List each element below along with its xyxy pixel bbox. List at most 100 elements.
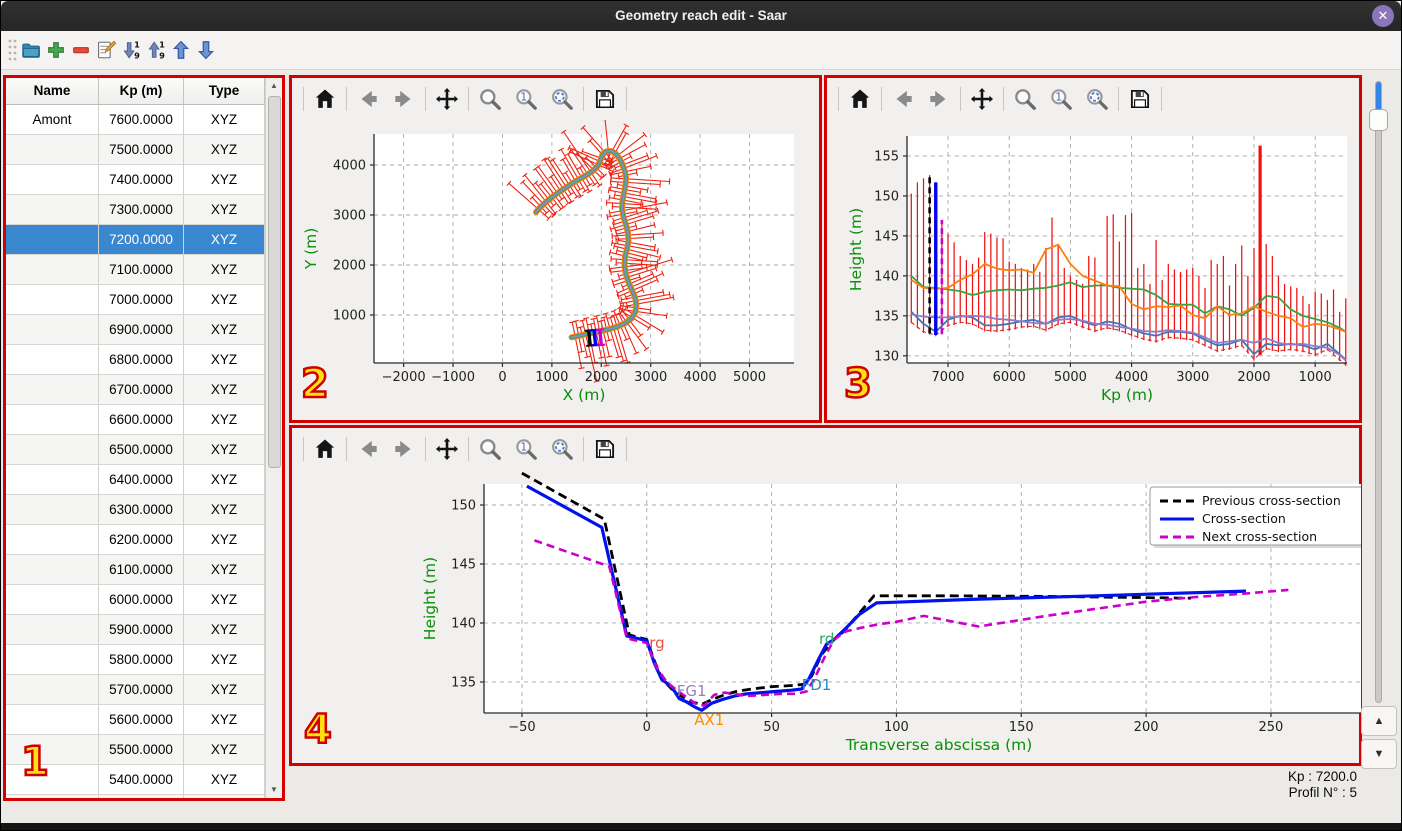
mpl-home-button[interactable] xyxy=(310,84,340,114)
table-row[interactable]: 6100.0000 XYZ xyxy=(6,555,266,585)
table-row[interactable]: 6400.0000 XYZ xyxy=(6,465,266,495)
cell-kp: 6700.0000 xyxy=(99,375,184,405)
svg-text:4000: 4000 xyxy=(333,159,366,174)
mpl-home-button[interactable] xyxy=(845,84,875,114)
annotation-AX1: AX1 xyxy=(694,711,724,729)
cell-name xyxy=(6,495,99,525)
table-row[interactable]: 7400.0000 XYZ xyxy=(6,165,266,195)
window-title: Geometry reach edit - Saar xyxy=(615,8,787,23)
mpl-back-button[interactable] xyxy=(353,434,383,464)
profile-slider-track[interactable] xyxy=(1375,81,1382,703)
mpl-back-button[interactable] xyxy=(888,84,918,114)
remove-profile-button[interactable] xyxy=(69,38,93,62)
table-row[interactable]: 6300.0000 XYZ xyxy=(6,495,266,525)
move-down-button[interactable] xyxy=(194,38,218,62)
cell-kp: 6400.0000 xyxy=(99,465,184,495)
mpl-save-button[interactable] xyxy=(590,84,620,114)
profile-up-button[interactable]: ▲ xyxy=(1361,706,1397,736)
mpl-back-button[interactable] xyxy=(353,84,383,114)
cross-section-plot[interactable]: −50 0 50 100 150 200 250135140145150Transverse… xyxy=(294,470,1394,762)
mpl-zoom-one-button[interactable]: 1 xyxy=(1046,84,1076,114)
table-row[interactable]: 5600.0000 XYZ xyxy=(6,705,266,735)
table-row[interactable]: 5300.0000XYZ xyxy=(6,795,266,798)
svg-text:0: 0 xyxy=(643,720,651,735)
mpl-pan-button[interactable] xyxy=(432,434,462,464)
mpl-forward-button[interactable] xyxy=(924,84,954,114)
table-row[interactable]: 5900.0000 XYZ xyxy=(6,615,266,645)
cell-kp: 6900.0000 xyxy=(99,315,184,345)
cell-name xyxy=(6,435,99,465)
table-scrollbar[interactable]: ▲ ▼ xyxy=(265,78,282,798)
mpl-save-button[interactable] xyxy=(1125,84,1155,114)
mpl-zoom-fit-button[interactable] xyxy=(547,84,577,114)
table-row[interactable]: Amont 7600.0000 XYZ xyxy=(6,105,266,135)
plan-plot-toolbar: 1 xyxy=(292,78,819,120)
table-row[interactable]: 7300.0000 XYZ xyxy=(6,195,266,225)
table-row[interactable]: 6900.0000 XYZ xyxy=(6,315,266,345)
cell-kp: 7300.0000 xyxy=(99,195,184,225)
sort-ascending-button[interactable]: 19 xyxy=(119,38,143,62)
annotation-FG1: FG1 xyxy=(677,682,707,700)
cell-kp: 6800.0000 xyxy=(99,345,184,375)
table-row[interactable]: 6800.0000 XYZ xyxy=(6,345,266,375)
scroll-down-icon[interactable]: ▼ xyxy=(266,782,282,798)
edit-profile-button[interactable] xyxy=(94,38,118,62)
toolbar-drag-handle[interactable] xyxy=(6,37,18,63)
open-button[interactable] xyxy=(19,38,43,62)
sort-descending-button[interactable]: 19 xyxy=(144,38,168,62)
cross-section-ylabel: Height (m) xyxy=(421,557,439,640)
svg-text:150: 150 xyxy=(451,499,476,514)
add-profile-button[interactable] xyxy=(44,38,68,62)
mpl-zoom-fit-button[interactable] xyxy=(547,434,577,464)
mpl-forward-button[interactable] xyxy=(389,434,419,464)
plan-plot[interactable]: −2000 −1000 0 1000 2000 3000 4000 5000 1000 2000 3… xyxy=(294,118,821,420)
table-row[interactable]: 5800.0000 XYZ xyxy=(6,645,266,675)
mpl-zoom-button[interactable] xyxy=(475,434,505,464)
profile-down-button[interactable]: ▼ xyxy=(1361,739,1397,769)
profile-slider-thumb[interactable] xyxy=(1369,109,1388,131)
plan-view-figure[interactable]: −2000 −1000 0 1000 2000 3000 4000 5000 1000 2000 3… xyxy=(294,118,821,425)
mpl-save-button[interactable] xyxy=(590,434,620,464)
long-profile-figure[interactable]: 7000 6000 5000 4000 3000 2000 1000 130 135 140 145… xyxy=(829,120,1360,425)
table-row[interactable]: 6700.0000 XYZ xyxy=(6,375,266,405)
mpl-zoom-one-button[interactable]: 1 xyxy=(511,84,541,114)
move-up-button[interactable] xyxy=(169,38,193,62)
scroll-up-icon[interactable]: ▲ xyxy=(266,78,282,94)
cell-type: XYZ xyxy=(184,615,265,645)
mpl-zoom-button[interactable] xyxy=(1010,84,1040,114)
table-row[interactable]: 7500.0000 XYZ xyxy=(6,135,266,165)
cross-section-figure[interactable]: −50 0 50 100 150 200 250 135 140 145 150 Transverse… xyxy=(294,470,1394,767)
title-bar[interactable]: Geometry reach edit - Saar ✕ xyxy=(1,1,1401,31)
close-button[interactable]: ✕ xyxy=(1372,5,1394,27)
table-row[interactable]: 6200.0000 XYZ xyxy=(6,525,266,555)
table-row-selected[interactable]: 7200.0000 XYZ xyxy=(6,225,266,255)
table-row[interactable]: 6000.0000 XYZ xyxy=(6,585,266,615)
table-row[interactable]: 5700.0000 XYZ xyxy=(6,675,266,705)
long-profile-plot[interactable]: 7000 6000 5000 4000 3000 2000 1000 130 135 140 145… xyxy=(829,120,1360,420)
zone-badge-2: 2 xyxy=(300,360,330,409)
reach-table[interactable]: Name Kp (m) Type Amont 7600.0000 XYZ 7500.0… xyxy=(6,78,266,798)
mpl-zoom-button[interactable] xyxy=(475,84,505,114)
mpl-pan-button[interactable] xyxy=(432,84,462,114)
mpl-pan-button[interactable] xyxy=(967,84,997,114)
toolbar-separator xyxy=(346,87,347,111)
annotation-rd: rd xyxy=(819,630,834,648)
svg-text:1: 1 xyxy=(521,92,528,104)
svg-text:200: 200 xyxy=(1134,720,1159,735)
table-row[interactable]: 6500.0000 XYZ xyxy=(6,435,266,465)
table-row[interactable]: 7000.0000 XYZ xyxy=(6,285,266,315)
table-row[interactable]: 7100.0000 XYZ xyxy=(6,255,266,285)
mpl-forward-button[interactable] xyxy=(389,84,419,114)
cell-type: XYZ xyxy=(184,555,265,585)
mpl-zoom-fit-button[interactable] xyxy=(1082,84,1112,114)
header-name[interactable]: Name xyxy=(6,78,99,104)
mpl-home-button[interactable] xyxy=(310,434,340,464)
table-scrollbar-thumb[interactable] xyxy=(268,96,281,468)
header-type[interactable]: Type xyxy=(184,78,265,104)
header-kp[interactable]: Kp (m) xyxy=(99,78,184,104)
table-row[interactable]: 6600.0000 XYZ xyxy=(6,405,266,435)
cell-type: XYZ xyxy=(184,285,265,315)
mpl-zoom-one-button[interactable]: 1 xyxy=(511,434,541,464)
zone-badge-4: 4 xyxy=(303,706,333,755)
cell-type: XYZ xyxy=(184,255,265,285)
